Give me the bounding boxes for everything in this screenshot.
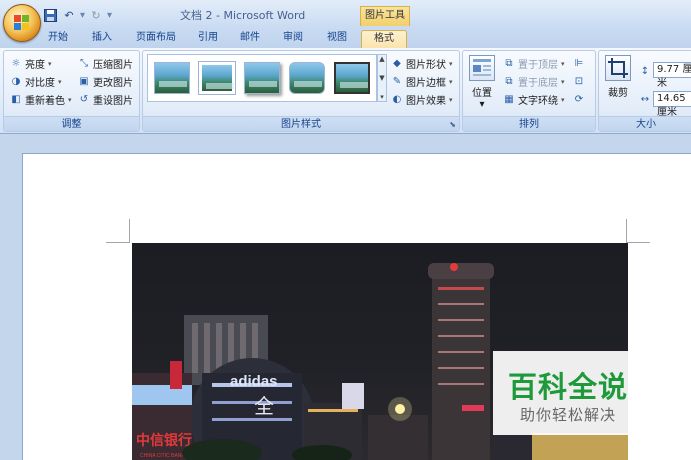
office-logo-icon [14, 15, 31, 32]
style-thumbnail[interactable] [154, 62, 190, 94]
position-button[interactable]: 位置 ▾ [469, 55, 495, 110]
quan-sign: 全 [254, 394, 274, 418]
contrast-button[interactable]: ◑ 对比度 ▾ [10, 73, 62, 90]
tab-review[interactable]: 审阅 [275, 30, 311, 48]
ribbon-tabs: 开始 插入 页面布局 引用 邮件 审阅 视图 格式 [0, 28, 691, 48]
compress-icon: ⤡ [80, 57, 88, 69]
save-icon[interactable] [42, 7, 58, 23]
width-icon: ↔ [640, 93, 650, 105]
group-label-arrange: 排列 [463, 116, 595, 131]
reset-picture-button[interactable]: ↺ 重设图片 [78, 91, 133, 108]
dialog-launcher-icon[interactable]: ⬊ [449, 120, 456, 129]
office-button[interactable] [3, 4, 41, 42]
rotate-icon: ⟳ [574, 93, 584, 105]
adidas-sign: adidas [230, 373, 278, 390]
context-tool-title: 图片工具 [360, 6, 410, 26]
send-to-back-button[interactable]: ⧉ 置于底层 ▾ [503, 73, 565, 90]
picture-styles-gallery[interactable] [147, 54, 377, 102]
dropdown-icon: ▾ [561, 77, 565, 86]
dropdown-icon: ▾ [58, 77, 62, 86]
picture-border-button[interactable]: ✎ 图片边框 ▾ [391, 73, 453, 90]
margin-mark-top-left [106, 219, 130, 243]
recolor-button[interactable]: ◧ 重新着色 ▾ [10, 91, 72, 108]
title-bar: ↶ ▾ ↻ ▾ 文档 2 - Microsoft Word 图片工具 [0, 0, 691, 42]
tab-page-layout[interactable]: 页面布局 [128, 30, 184, 48]
style-thumbnail[interactable] [334, 62, 370, 94]
dropdown-icon: ▾ [479, 99, 485, 110]
undo-dropdown-icon[interactable]: ▾ [80, 10, 85, 21]
dropdown-icon: ▾ [449, 59, 453, 68]
crop-icon [605, 55, 631, 81]
tab-references[interactable]: 引用 [190, 30, 226, 48]
window-title: 文档 2 - Microsoft Word [180, 9, 306, 22]
change-picture-icon: ▣ [79, 75, 89, 87]
contrast-icon: ◑ [11, 75, 21, 87]
height-icon: ↕ [640, 65, 650, 77]
dropdown-icon: ▾ [449, 95, 453, 104]
change-picture-button[interactable]: ▣ 更改图片 [78, 73, 133, 90]
effects-icon: ◐ [392, 93, 402, 105]
bring-front-icon: ⧉ [505, 57, 513, 69]
bank-en-sign: CHINA CITIC BANK [140, 453, 185, 459]
scroll-up-icon[interactable]: ▲ [379, 55, 384, 63]
group-label-picture-styles: 图片样式 [143, 116, 459, 131]
tab-mailings[interactable]: 邮件 [232, 30, 268, 48]
group-arrange: 位置 ▾ ⧉ 置于顶层 ▾ ⧉ 置于底层 ▾ ▦ 文字环绕 ▾ ⊫ ⊡ ⟳ 排列 [462, 50, 596, 132]
shape-icon: ◆ [393, 57, 401, 69]
dropdown-icon: ▾ [68, 95, 72, 104]
sun-icon: ☼ [11, 57, 21, 69]
group-objects-icon: ⊡ [574, 75, 584, 87]
rotate-button[interactable]: ⟳ [573, 91, 585, 108]
tab-view[interactable]: 视图 [319, 30, 355, 48]
tab-format[interactable]: 格式 [361, 30, 407, 48]
picture-shape-button[interactable]: ◆ 图片形状 ▾ [391, 55, 453, 72]
watermark-subtitle: 助你轻松解决 [519, 406, 616, 424]
align-icon: ⊫ [574, 57, 584, 69]
bring-to-front-button[interactable]: ⧉ 置于顶层 ▾ [503, 55, 565, 72]
group-label-size: 大小 [599, 116, 691, 131]
watermark-title: 百科全说 [507, 370, 628, 404]
group-picture-styles: ▲ ▼ ▾ ◆ 图片形状 ▾ ✎ 图片边框 ▾ ◐ 图片效果 ▾ 图片样式 ⬊ [142, 50, 460, 132]
align-button[interactable]: ⊫ [573, 55, 585, 72]
compress-pictures-button[interactable]: ⤡ 压缩图片 [78, 55, 133, 72]
dropdown-icon: ▾ [449, 77, 453, 86]
bank-sign: 中信银行 [136, 432, 192, 449]
brightness-button[interactable]: ☼ 亮度 ▾ [10, 55, 52, 72]
gallery-more-icon[interactable]: ▾ [380, 93, 384, 101]
style-thumbnail[interactable] [198, 61, 236, 95]
watermark-logo: 百科全说 助你轻松解决 [493, 351, 691, 435]
group-size: 裁剪 ↕ 9.77 厘米 ↔ 14.65 厘米 大小 [598, 50, 691, 132]
text-wrap-icon: ▦ [504, 93, 514, 105]
picture-effects-button[interactable]: ◐ 图片效果 ▾ [391, 91, 453, 108]
redo-icon[interactable]: ↻ [88, 7, 104, 23]
dropdown-icon: ▾ [48, 59, 52, 68]
send-back-icon: ⧉ [505, 75, 513, 87]
border-icon: ✎ [392, 75, 402, 87]
group-label-adjust: 调整 [4, 116, 139, 131]
dropdown-icon: ▾ [561, 59, 565, 68]
crop-button[interactable]: 裁剪 [605, 55, 631, 99]
recolor-icon: ◧ [11, 93, 21, 105]
undo-icon[interactable]: ↶ [61, 7, 77, 23]
text-wrapping-button[interactable]: ▦ 文字环绕 ▾ [503, 91, 565, 108]
tab-home[interactable]: 开始 [40, 30, 76, 48]
quick-access-toolbar: ↶ ▾ ↻ ▾ [42, 6, 112, 24]
ribbon: ☼ 亮度 ▾ ◑ 对比度 ▾ ◧ 重新着色 ▾ ⤡ 压缩图片 ▣ 更改图片 ↺ … [0, 48, 691, 134]
group-objects-button[interactable]: ⊡ [573, 73, 585, 90]
group-adjust: ☼ 亮度 ▾ ◑ 对比度 ▾ ◧ 重新着色 ▾ ⤡ 压缩图片 ▣ 更改图片 ↺ … [3, 50, 140, 132]
margin-mark-top-right [626, 219, 650, 243]
reset-picture-icon: ↺ [79, 93, 89, 105]
qat-customize-icon[interactable]: ▾ [107, 10, 112, 21]
gallery-scroll[interactable]: ▲ ▼ ▾ [377, 54, 387, 102]
height-field[interactable]: 9.77 厘米 [653, 62, 691, 89]
width-field[interactable]: 14.65 厘米 [653, 91, 691, 118]
tab-insert[interactable]: 插入 [84, 30, 120, 48]
dropdown-icon: ▾ [561, 95, 565, 104]
style-thumbnail[interactable] [289, 62, 325, 94]
position-icon [469, 55, 495, 81]
style-thumbnail[interactable] [244, 62, 280, 94]
scroll-down-icon[interactable]: ▼ [379, 74, 384, 82]
